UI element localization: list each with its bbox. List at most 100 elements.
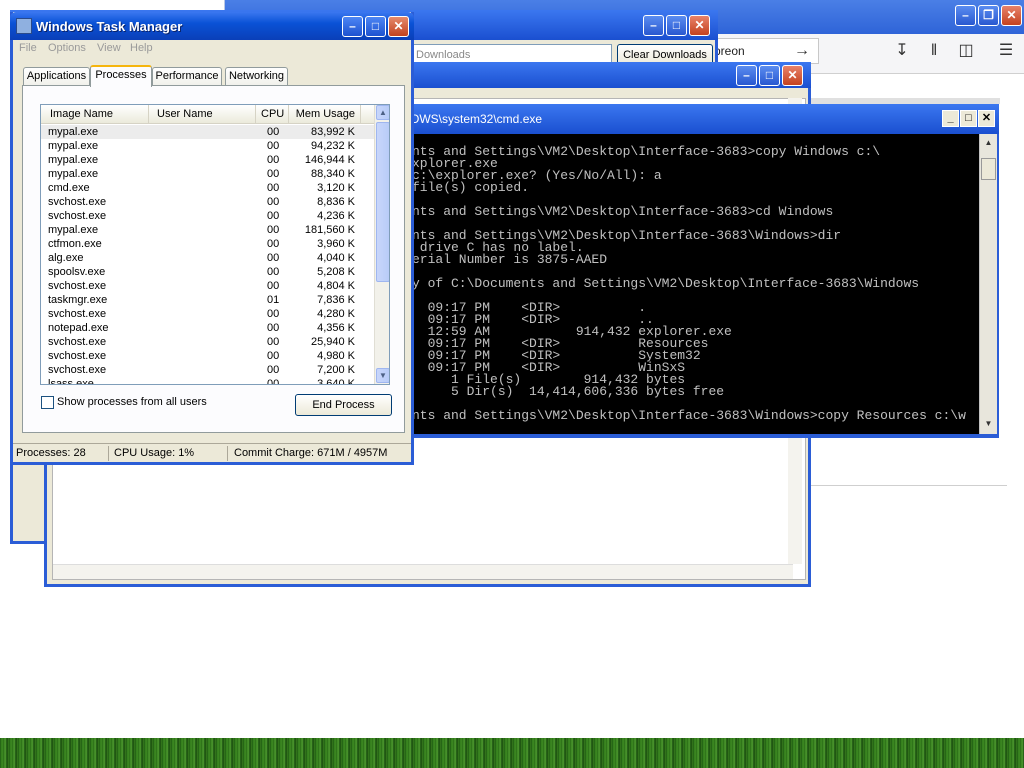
column-mem-usage[interactable]: Mem Usage	[289, 105, 361, 124]
task-manager-window: Windows Task Manager – □ ✕ File Options …	[10, 12, 414, 465]
address-text: preon	[714, 44, 745, 58]
process-cpu: 00	[267, 378, 280, 385]
column-cpu[interactable]: CPU	[256, 105, 289, 124]
menu-help[interactable]: Help	[130, 42, 153, 54]
process-row[interactable]: taskmgr.exe 01 7,836 K	[41, 293, 374, 307]
process-row[interactable]: mypal.exe 00 94,232 K	[41, 139, 374, 153]
process-name: svchost.exe	[48, 336, 107, 348]
scroll-up-icon[interactable]: ▲	[981, 135, 996, 150]
search-placeholder: Downloads	[416, 49, 471, 61]
process-name: mypal.exe	[48, 168, 99, 180]
scroll-down-icon[interactable]: ▼	[376, 368, 389, 383]
cmd-titlebar: OWS\system32\cmd.exe _ □ ✕	[386, 104, 999, 134]
processes-panel: Image Name User Name CPU Mem Usage mypal…	[22, 85, 405, 433]
process-row[interactable]: lsass.exe 00 3,640 K	[41, 377, 374, 385]
process-cpu: 00	[267, 280, 280, 292]
process-name: svchost.exe	[48, 210, 107, 222]
process-name: svchost.exe	[48, 364, 107, 376]
sidebar-icon[interactable]: ◫	[955, 40, 977, 62]
process-cpu: 00	[267, 224, 280, 236]
process-row[interactable]: svchost.exe 00 7,200 K	[41, 363, 374, 377]
process-row[interactable]: svchost.exe 00 8,836 K	[41, 195, 374, 209]
menu-bar: File Options View Help	[13, 40, 411, 58]
process-mem-usage: 8,836 K	[317, 196, 355, 208]
process-cpu: 00	[267, 252, 280, 264]
tab-networking[interactable]: Networking	[225, 67, 288, 86]
process-row[interactable]: svchost.exe 00 4,980 K	[41, 349, 374, 363]
process-mem-usage: 4,280 K	[317, 308, 355, 320]
process-row[interactable]: svchost.exe 00 4,236 K	[41, 209, 374, 223]
close-button[interactable]: ✕	[978, 110, 995, 127]
console-line: y of C:\Documents and Settings\VM2\Deskt…	[412, 276, 920, 291]
close-button[interactable]: ✕	[388, 16, 409, 37]
close-button[interactable]: ✕	[1001, 5, 1022, 26]
tab-applications[interactable]: Applications	[23, 67, 90, 86]
process-row[interactable]: ctfmon.exe 00 3,960 K	[41, 237, 374, 251]
process-list[interactable]: Image Name User Name CPU Mem Usage mypal…	[40, 104, 390, 385]
download-icon[interactable]: ↧	[891, 40, 913, 62]
menu-file[interactable]: File	[19, 42, 37, 54]
process-row[interactable]: notepad.exe 00 4,356 K	[41, 321, 374, 335]
process-row[interactable]: mypal.exe 00 146,944 K	[41, 153, 374, 167]
tab-performance[interactable]: Performance	[152, 67, 222, 86]
process-row[interactable]: spoolsv.exe 00 5,208 K	[41, 265, 374, 279]
go-arrow-icon[interactable]: →	[791, 40, 813, 62]
column-image-name[interactable]: Image Name	[41, 105, 149, 124]
process-mem-usage: 3,640 K	[317, 378, 355, 385]
process-name: mypal.exe	[48, 126, 99, 138]
process-row[interactable]: mypal.exe 00 83,992 K	[41, 125, 374, 139]
process-row[interactable]: svchost.exe 00 4,280 K	[41, 307, 374, 321]
menu-icon[interactable]: ☰	[995, 40, 1017, 62]
process-name: mypal.exe	[48, 154, 99, 166]
maximize-button[interactable]: □	[759, 65, 780, 86]
minimize-button[interactable]: –	[342, 16, 363, 37]
maximize-button[interactable]: □	[365, 16, 386, 37]
console-line: nts and Settings\VM2\Desktop\Interface-3…	[412, 408, 966, 423]
content-divider	[811, 485, 1007, 486]
maximize-button[interactable]: □	[960, 110, 977, 127]
process-cpu: 00	[267, 168, 280, 180]
close-button[interactable]: ✕	[689, 15, 710, 36]
process-name: mypal.exe	[48, 224, 99, 236]
task-manager-titlebar: Windows Task Manager – □ ✕	[10, 12, 414, 40]
column-user-name[interactable]: User Name	[149, 105, 256, 124]
process-row[interactable]: mypal.exe 00 88,340 K	[41, 167, 374, 181]
horizontal-scrollbar[interactable]	[53, 564, 793, 579]
process-mem-usage: 3,120 K	[317, 182, 355, 194]
process-cpu: 00	[267, 322, 280, 334]
process-row[interactable]: svchost.exe 00 25,940 K	[41, 335, 374, 349]
minimize-button[interactable]: –	[736, 65, 757, 86]
scroll-up-icon[interactable]: ▲	[376, 105, 389, 120]
menu-view[interactable]: View	[97, 42, 121, 54]
restore-button[interactable]: ❐	[978, 5, 999, 26]
process-row[interactable]: alg.exe 00 4,040 K	[41, 251, 374, 265]
close-button[interactable]: ✕	[782, 65, 803, 86]
process-row[interactable]: svchost.exe 00 4,804 K	[41, 279, 374, 293]
show-all-users-checkbox[interactable]	[41, 396, 54, 409]
desktop-background	[0, 738, 1024, 768]
vertical-scrollbar[interactable]: ▲ ▼	[374, 105, 389, 384]
end-process-button[interactable]: End Process	[295, 394, 392, 416]
minimize-button[interactable]: –	[643, 15, 664, 36]
process-name: svchost.exe	[48, 280, 107, 292]
cmd-window: OWS\system32\cmd.exe _ □ ✕ nts and Setti…	[386, 104, 999, 438]
process-cpu: 00	[267, 210, 280, 222]
show-all-users-label[interactable]: Show processes from all users	[57, 396, 207, 408]
minimize-button[interactable]: _	[942, 110, 959, 127]
maximize-button[interactable]: □	[666, 15, 687, 36]
scroll-down-icon[interactable]: ▼	[981, 416, 996, 431]
minimize-button[interactable]: –	[955, 5, 976, 26]
scroll-thumb[interactable]	[376, 122, 389, 282]
process-row[interactable]: cmd.exe 00 3,120 K	[41, 181, 374, 195]
menu-options[interactable]: Options	[48, 42, 86, 54]
tab-processes[interactable]: Processes	[90, 65, 152, 87]
scroll-thumb[interactable]	[981, 158, 996, 180]
process-mem-usage: 94,232 K	[310, 140, 355, 152]
process-row[interactable]: mypal.exe 00 181,560 K	[41, 223, 374, 237]
process-mem-usage: 4,040 K	[317, 252, 355, 264]
library-icon[interactable]: ‖	[923, 40, 945, 62]
process-cpu: 00	[267, 196, 280, 208]
console-output[interactable]: nts and Settings\VM2\Desktop\Interface-3…	[390, 134, 977, 434]
vertical-scrollbar[interactable]: ▲ ▼	[979, 134, 997, 434]
status-divider	[108, 446, 109, 461]
